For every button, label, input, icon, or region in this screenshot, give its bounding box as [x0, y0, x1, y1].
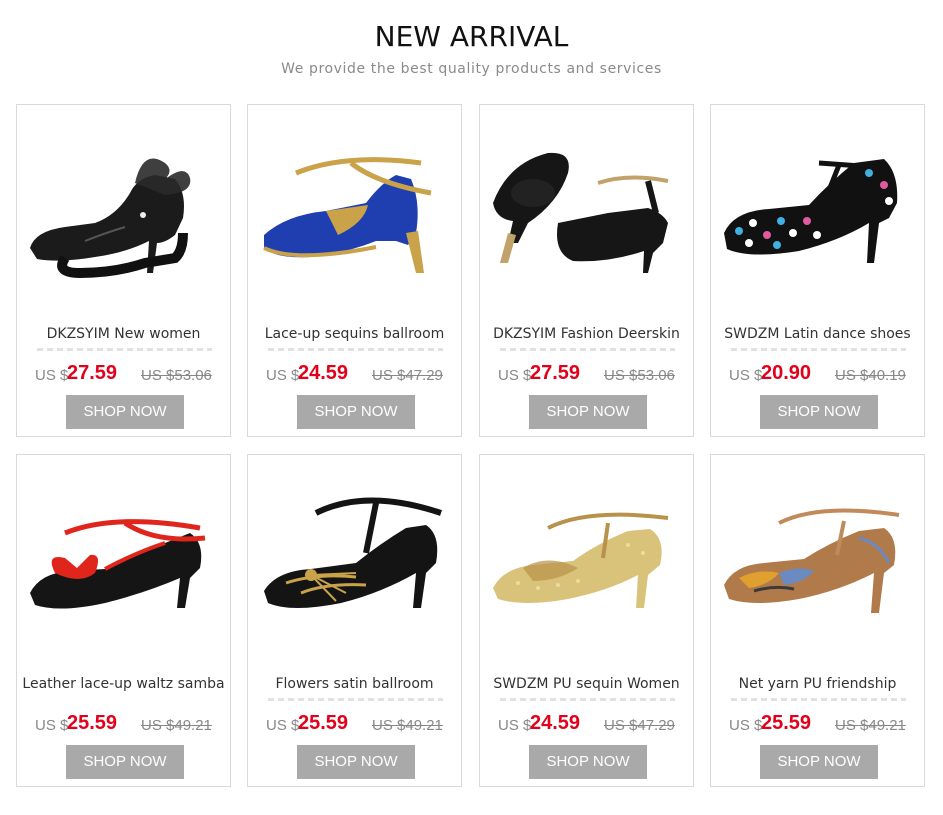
shop-now-button[interactable]: SHOP NOW — [529, 395, 647, 429]
sale-price: 24.59 — [530, 712, 581, 734]
price-row: US $ 24.59 US $47.29 — [248, 362, 463, 387]
product-name[interactable]: SWDZM PU sequin Women — [484, 676, 689, 692]
product-card[interactable]: SWDZM Latin dance shoes US $ 20.90 US $4… — [710, 104, 925, 437]
shop-now-button[interactable]: SHOP NOW — [297, 745, 415, 779]
original-price: US $53.06 — [141, 367, 212, 384]
shop-now-button[interactable]: SHOP NOW — [760, 395, 878, 429]
original-price: US $49.21 — [141, 717, 212, 734]
product-name[interactable]: Leather lace-up waltz samba — [21, 676, 226, 692]
price-row: US $ 27.59 US $53.06 — [480, 362, 695, 387]
currency-label: US $ — [498, 367, 532, 384]
product-card[interactable]: Lace-up sequins ballroom US $ 24.59 US $… — [247, 104, 462, 437]
shop-now-button[interactable]: SHOP NOW — [66, 745, 184, 779]
sale-price: 24.59 — [298, 362, 349, 384]
price-row: US $ 27.59 US $53.06 — [17, 362, 232, 387]
sale-price: 25.59 — [67, 712, 118, 734]
product-name-overflow — [268, 348, 443, 351]
product-name[interactable]: DKZSYIM Fashion Deerskin — [484, 326, 689, 342]
currency-label: US $ — [729, 367, 763, 384]
sale-price: 25.59 — [298, 712, 349, 734]
product-card[interactable]: Leather lace-up waltz samba US $ 25.59 U… — [16, 454, 231, 787]
product-name-overflow — [731, 698, 906, 701]
currency-label: US $ — [266, 717, 300, 734]
product-name-overflow — [731, 348, 906, 351]
original-price: US $40.19 — [835, 367, 906, 384]
shop-now-button[interactable]: SHOP NOW — [760, 745, 878, 779]
shop-now-button[interactable]: SHOP NOW — [297, 395, 415, 429]
product-card[interactable]: Flowers satin ballroom US $ 25.59 US $49… — [247, 454, 462, 787]
black-satin-gold-shoe-icon[interactable] — [256, 473, 455, 643]
product-name[interactable]: Net yarn PU friendship — [715, 676, 920, 692]
section-subtitle: We provide the best quality products and… — [281, 61, 662, 77]
original-price: US $49.21 — [372, 717, 443, 734]
section-title: NEW ARRIVAL — [374, 20, 569, 53]
original-price: US $49.21 — [835, 717, 906, 734]
product-card[interactable]: Net yarn PU friendship US $ 25.59 US $49… — [710, 454, 925, 787]
price-row: US $ 25.59 US $49.21 — [711, 712, 926, 737]
original-price: US $53.06 — [604, 367, 675, 384]
currency-label: US $ — [35, 367, 69, 384]
original-price: US $47.29 — [372, 367, 443, 384]
blue-gold-strap-shoe-icon[interactable] — [256, 123, 455, 293]
product-card[interactable]: DKZSYIM New women US $ 27.59 US $53.06 S… — [16, 104, 231, 437]
product-name-overflow — [37, 348, 212, 351]
price-row: US $ 25.59 US $49.21 — [248, 712, 463, 737]
floral-mesh-shoe-icon[interactable] — [719, 473, 918, 643]
black-peeptoe-shoe-icon[interactable] — [488, 123, 687, 293]
shop-now-button[interactable]: SHOP NOW — [529, 745, 647, 779]
shop-now-button[interactable]: SHOP NOW — [66, 395, 184, 429]
product-name-overflow — [500, 348, 675, 351]
polka-dot-tstrap-shoe-icon[interactable] — [719, 123, 918, 293]
black-mesh-bow-shoe-icon[interactable] — [25, 123, 224, 293]
product-name[interactable]: DKZSYIM New women — [21, 326, 226, 342]
black-red-bow-shoe-icon[interactable] — [25, 473, 224, 643]
product-name[interactable]: SWDZM Latin dance shoes — [715, 326, 920, 342]
product-name[interactable]: Lace-up sequins ballroom — [252, 326, 457, 342]
currency-label: US $ — [498, 717, 532, 734]
currency-label: US $ — [35, 717, 69, 734]
sale-price: 25.59 — [761, 712, 812, 734]
product-name[interactable]: Flowers satin ballroom — [252, 676, 457, 692]
sale-price: 27.59 — [67, 362, 118, 384]
original-price: US $47.29 — [604, 717, 675, 734]
sale-price: 20.90 — [761, 362, 812, 384]
price-row: US $ 20.90 US $40.19 — [711, 362, 926, 387]
product-name-overflow — [268, 698, 443, 701]
sale-price: 27.59 — [530, 362, 581, 384]
currency-label: US $ — [729, 717, 763, 734]
product-card[interactable]: DKZSYIM Fashion Deerskin US $ 27.59 US $… — [479, 104, 694, 437]
gold-sequin-shoe-icon[interactable] — [488, 473, 687, 643]
price-row: US $ 24.59 US $47.29 — [480, 712, 695, 737]
product-name-overflow — [500, 698, 675, 701]
price-row: US $ 25.59 US $49.21 — [17, 712, 232, 737]
currency-label: US $ — [266, 367, 300, 384]
product-card[interactable]: SWDZM PU sequin Women US $ 24.59 US $47.… — [479, 454, 694, 787]
